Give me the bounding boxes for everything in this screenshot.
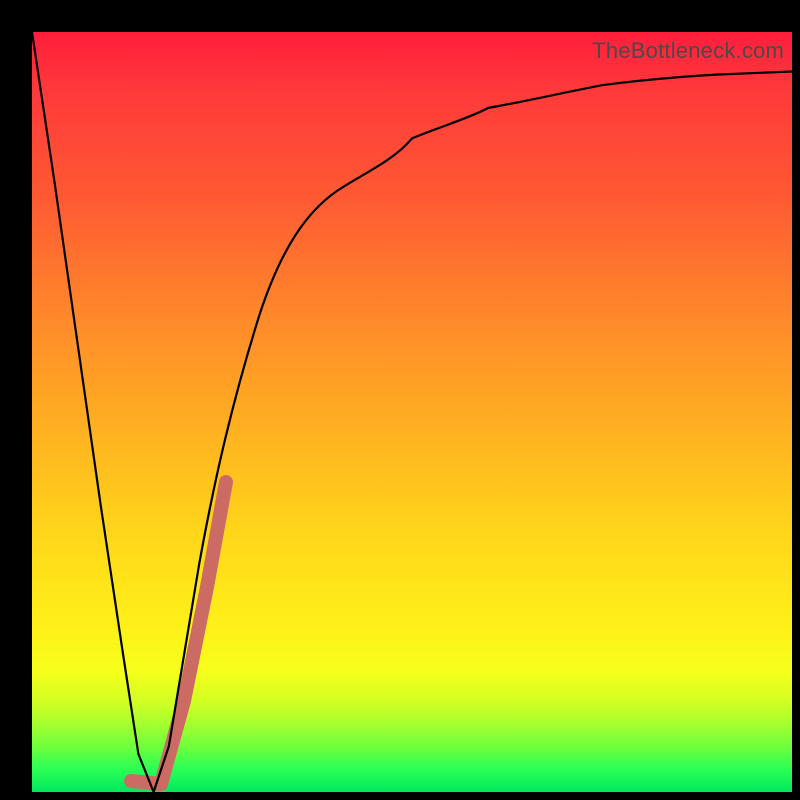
bottleneck-curve xyxy=(32,32,792,792)
plot-area: TheBottleneck.com xyxy=(32,32,792,792)
chart-frame: TheBottleneck.com xyxy=(0,0,800,800)
chart-overlay xyxy=(32,32,792,792)
